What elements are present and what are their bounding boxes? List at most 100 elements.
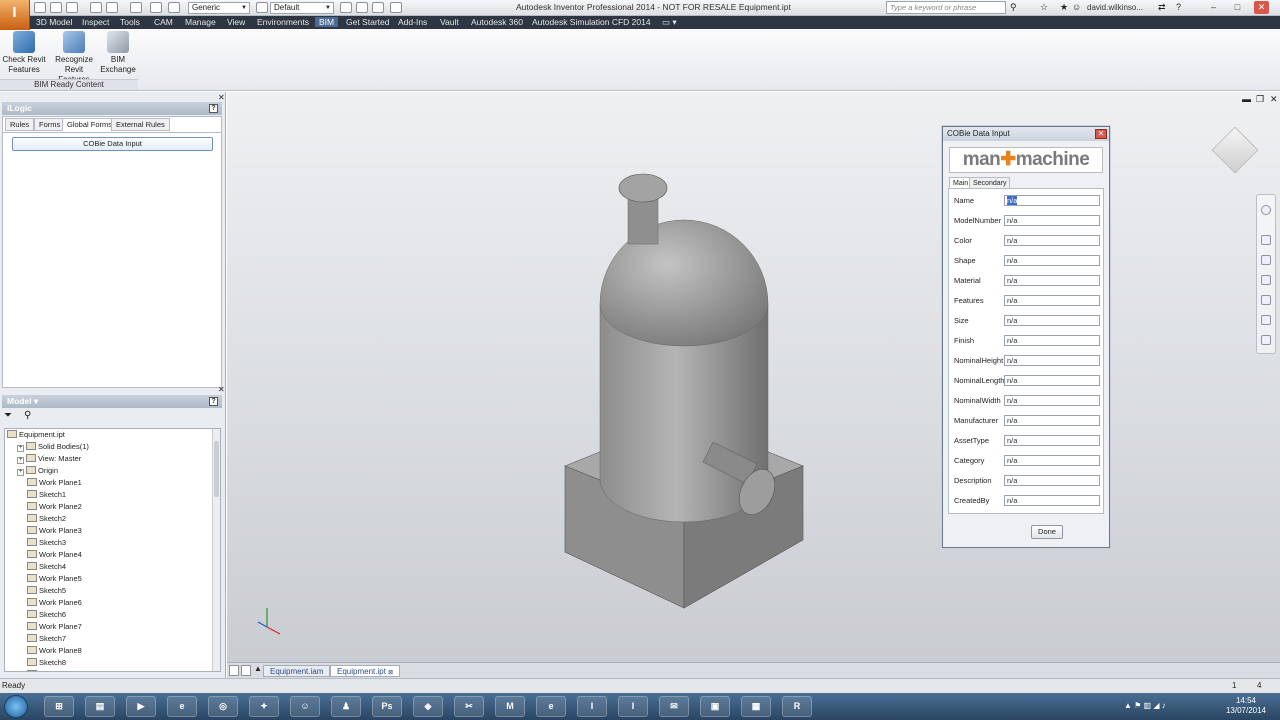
star-icon[interactable]: ☆ <box>1040 2 1052 13</box>
appearance-icon[interactable] <box>256 2 268 13</box>
start-button[interactable] <box>4 695 28 718</box>
field-input[interactable]: n/a <box>1004 415 1100 426</box>
field-input[interactable]: n/a <box>1004 335 1100 346</box>
taskbar-app-icon[interactable]: M <box>495 696 525 717</box>
viewport-restore-icon[interactable]: ❐ <box>1256 94 1264 105</box>
tree-item[interactable]: Sketch8 <box>5 657 220 669</box>
tree-item[interactable]: Sketch4 <box>5 561 220 573</box>
taskbar-app-icon[interactable]: I <box>577 696 607 717</box>
tab-simulation-cfd[interactable]: Autodesk Simulation CFD 2014 <box>528 17 655 27</box>
tree-item[interactable]: Work Plane8 <box>5 645 220 657</box>
steering-wheel-icon[interactable] <box>1261 205 1271 215</box>
taskbar-app-icon[interactable]: e <box>536 696 566 717</box>
tree-item[interactable]: Work Plane5 <box>5 573 220 585</box>
clear-override-icon[interactable] <box>340 2 352 13</box>
select-icon[interactable] <box>150 2 162 13</box>
tab-equipment-ipt[interactable]: Equipment.ipt ⊠ <box>330 665 401 677</box>
cascade-icon[interactable] <box>241 665 251 676</box>
taskbar-app-icon[interactable]: e <box>167 696 197 717</box>
done-button[interactable]: Done <box>1031 525 1063 539</box>
taskbar-app-icon[interactable]: ✦ <box>249 696 279 717</box>
bim-exchange-button[interactable]: BIM Exchange <box>100 31 136 77</box>
taskbar-app-icon[interactable]: ✂ <box>454 696 484 717</box>
viewport-minimize-icon[interactable]: ▬ <box>1242 94 1251 104</box>
tree-item[interactable]: + View: Master <box>5 453 220 465</box>
dialog-title-bar[interactable]: COBie Data Input ✕ <box>943 127 1109 141</box>
tab-cam[interactable]: CAM <box>150 17 177 27</box>
save-icon[interactable] <box>66 2 78 13</box>
help-icon[interactable]: ? <box>209 397 218 406</box>
field-input[interactable]: n/a <box>1004 295 1100 306</box>
tree-item[interactable]: Work Plane3 <box>5 525 220 537</box>
user-icon[interactable]: ☺ <box>1072 2 1084 13</box>
filter-icon[interactable]: ⏷ <box>4 410 12 421</box>
maximize-button[interactable]: □ <box>1230 1 1245 14</box>
field-input[interactable]: n/a <box>1004 195 1100 206</box>
tree-item[interactable]: + Solid Bodies(1) <box>5 441 220 453</box>
recognize-revit-features-button[interactable]: Recognize Revit Features <box>48 31 100 84</box>
exchange-icon[interactable]: ⇄ <box>1158 2 1170 13</box>
chevron-up-icon[interactable]: ▲ <box>254 664 262 673</box>
taskbar-app-icon[interactable]: Ps <box>372 696 402 717</box>
redo-icon[interactable] <box>106 2 118 13</box>
taskbar-app-icon[interactable]: ♟ <box>331 696 361 717</box>
home-icon[interactable] <box>130 2 142 13</box>
zoom-window-icon[interactable] <box>1261 275 1271 285</box>
help-icon[interactable]: ? <box>209 104 218 113</box>
tree-item[interactable]: Sketch2 <box>5 513 220 525</box>
search-input[interactable]: Type a keyword or phrase <box>886 1 1006 14</box>
update-icon[interactable] <box>390 2 402 13</box>
taskbar-app-icon[interactable]: ▶ <box>126 696 156 717</box>
taskbar-app-icon[interactable]: ☺ <box>290 696 320 717</box>
expand-icon[interactable]: + <box>17 469 24 476</box>
tab-add-ins[interactable]: Add-Ins <box>394 17 431 27</box>
tree-item[interactable]: Work Plane2 <box>5 501 220 513</box>
tree-item[interactable]: Work Plane9 <box>5 669 220 671</box>
tab-forms[interactable]: Forms <box>34 118 66 131</box>
pan-icon[interactable] <box>1261 235 1271 245</box>
tree-item[interactable]: Sketch6 <box>5 609 220 621</box>
star-icon[interactable]: ★ <box>1060 2 1072 13</box>
taskbar-app-icon[interactable]: ▤ <box>85 696 115 717</box>
tree-item[interactable]: Sketch1 <box>5 489 220 501</box>
close-icon[interactable]: ⊠ <box>388 670 393 676</box>
tree-item[interactable]: Work Plane1 <box>5 477 220 489</box>
tab-view[interactable]: View <box>223 17 249 27</box>
tree-item[interactable]: Equipment.ipt <box>5 429 220 441</box>
tab-rules[interactable]: Rules <box>5 118 35 131</box>
model-title[interactable]: Model ▾ <box>7 396 38 406</box>
adjust-icon[interactable] <box>356 2 368 13</box>
look-at-icon[interactable] <box>1261 315 1271 325</box>
field-input[interactable]: n/a <box>1004 495 1100 506</box>
tab-autodesk-360[interactable]: Autodesk 360 <box>467 17 527 27</box>
tab-vault[interactable]: Vault <box>436 17 463 27</box>
field-input[interactable]: n/a <box>1004 235 1100 246</box>
tab-global-forms[interactable]: Global Forms <box>62 118 118 131</box>
tab-equipment-iam[interactable]: Equipment.iam <box>263 665 331 677</box>
field-input[interactable]: n/a <box>1004 475 1100 486</box>
tab-get-started[interactable]: Get Started <box>342 17 393 27</box>
field-input[interactable]: n/a <box>1004 395 1100 406</box>
dialog-close-button[interactable]: ✕ <box>1095 129 1107 139</box>
close-icon[interactable]: ✕ <box>218 93 225 102</box>
tile-icon[interactable] <box>229 665 239 676</box>
taskbar-app-icon[interactable]: ▦ <box>741 696 771 717</box>
scrollbar-thumb[interactable] <box>214 441 219 497</box>
ribbon-options-icon[interactable]: ▭ ▾ <box>658 17 681 28</box>
tree-item[interactable]: + Origin <box>5 465 220 477</box>
tab-bim[interactable]: BIM <box>315 17 339 27</box>
tree-item[interactable]: Work Plane7 <box>5 621 220 633</box>
close-icon[interactable]: ✕ <box>218 385 225 394</box>
tab-manage[interactable]: Manage <box>181 17 220 27</box>
zoom-icon[interactable] <box>1261 255 1271 265</box>
new-file-icon[interactable] <box>34 2 46 13</box>
application-menu-button[interactable]: I <box>0 0 30 30</box>
close-button[interactable]: ✕ <box>1254 1 1269 14</box>
expand-icon[interactable]: + <box>17 445 24 452</box>
tab-tools[interactable]: Tools <box>116 17 144 27</box>
tab-3d-model[interactable]: 3D Model <box>32 17 76 27</box>
minimize-button[interactable]: – <box>1206 1 1221 14</box>
tree-item[interactable]: Sketch5 <box>5 585 220 597</box>
search-icon[interactable]: ⚲ <box>24 410 31 421</box>
graphics-viewport[interactable]: ▬ ❐ ✕ <box>227 92 1280 662</box>
